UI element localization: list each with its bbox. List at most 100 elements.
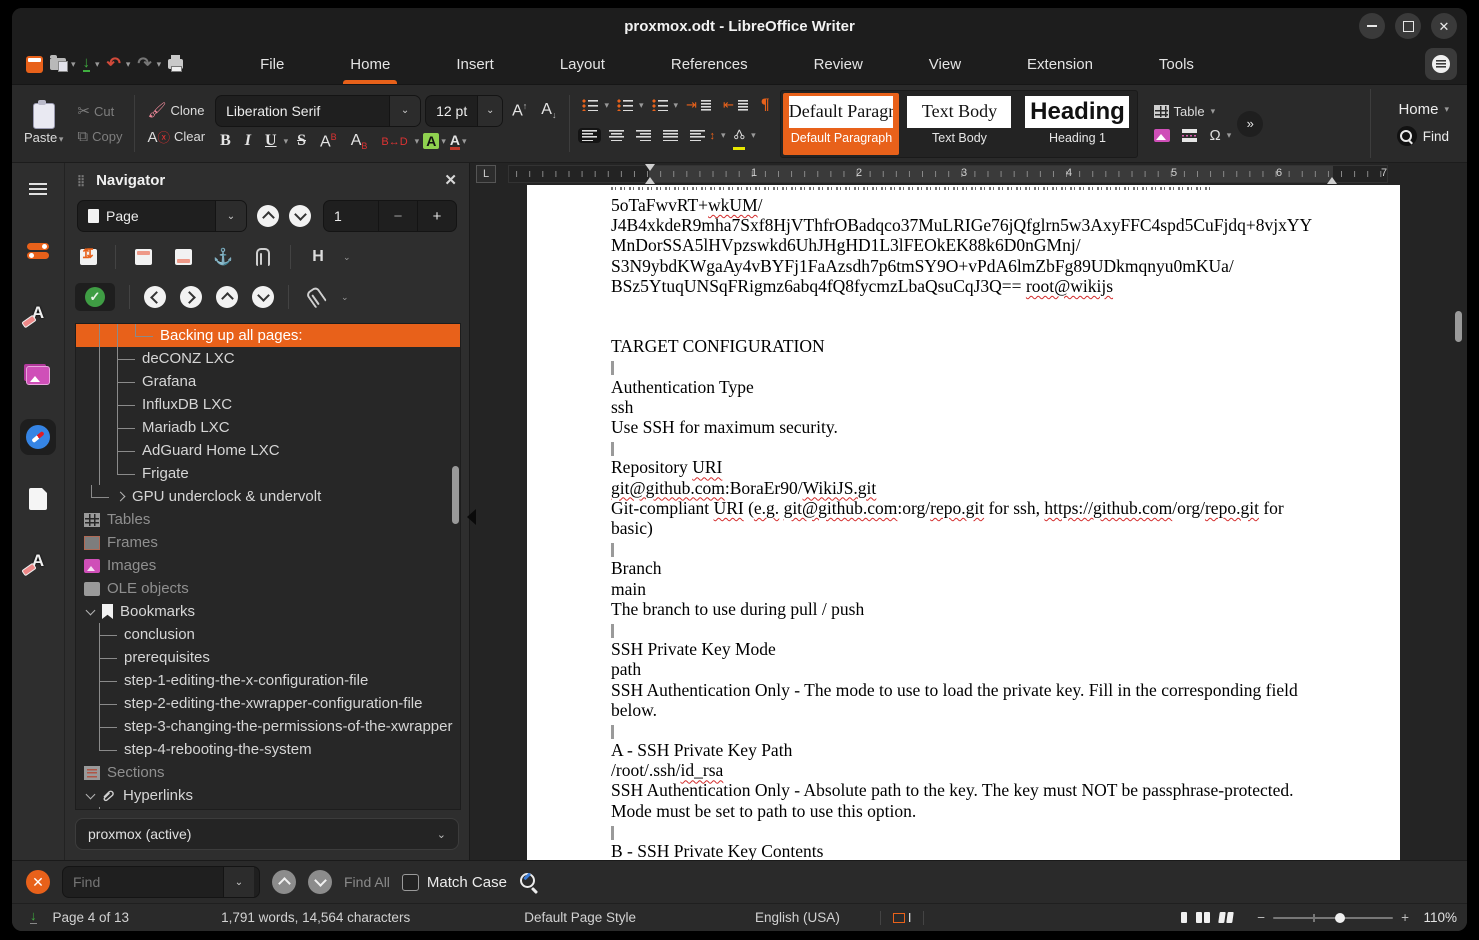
numbered-list-dropdown-icon[interactable]: ▾ <box>639 100 644 111</box>
grow-font-button[interactable]: A↑ <box>507 100 532 121</box>
tree-item-step-4-rebooting-the-system[interactable]: step-4-rebooting-the-system <box>76 738 460 761</box>
document-text[interactable]: 5oTaFwvRT+wkUM/J4B4xkdeR9mha7Sxf8HjVThfr… <box>527 185 1400 860</box>
menubar-toggle-button[interactable] <box>1425 48 1457 80</box>
zoom-percentage[interactable]: 110% <box>1417 910 1457 925</box>
tab-review[interactable]: Review <box>781 44 896 84</box>
bullet-list-dropdown-icon[interactable]: ▾ <box>604 100 609 111</box>
tree-item-backing-up-all-pages[interactable]: Backing up all pages: <box>76 324 460 347</box>
shrink-font-button[interactable]: A↓ <box>536 100 561 121</box>
undo-icon[interactable]: ↶ <box>107 53 121 75</box>
page-number-decrement[interactable]: − <box>378 201 417 231</box>
tree-item-adguard-home-lxc[interactable]: AdGuard Home LXC <box>76 439 460 462</box>
tree-item-tables[interactable]: Tables <box>76 508 460 531</box>
open-dropdown-icon[interactable]: ▾ <box>71 59 76 70</box>
close-button[interactable]: ✕ <box>1431 13 1457 39</box>
toolbar-context-menu[interactable]: Home▾ <box>1398 101 1449 118</box>
font-size-combobox[interactable]: 12 pt ⌄ <box>425 95 503 127</box>
tree-item-conclusion[interactable]: conclusion <box>76 623 460 646</box>
match-case-checkbox[interactable] <box>402 874 419 891</box>
next-page-button[interactable] <box>289 205 311 227</box>
doc-line[interactable] <box>611 720 1315 740</box>
doc-line[interactable]: SSH Authentication Only - The mode to us… <box>611 680 1315 700</box>
doc-line[interactable]: J4B4xkdeR9mha7Sxf8HjVThfrOBadqco37MuLRIG… <box>611 215 1315 235</box>
tab-references[interactable]: References <box>638 44 781 84</box>
decrease-indent-button[interactable]: ⇤ <box>719 95 752 115</box>
doc-line[interactable] <box>611 316 1315 336</box>
navigate-by-dropdown-icon[interactable]: ⌄ <box>215 201 246 231</box>
cut-button[interactable]: ✂Cut <box>73 100 126 122</box>
insert-image-button[interactable] <box>1150 127 1174 144</box>
insert-table-button[interactable]: Table <box>1150 102 1208 121</box>
undo-dropdown-icon[interactable]: ▾ <box>126 59 131 70</box>
clone-formatting-button[interactable]: 🖌Clone <box>143 99 209 121</box>
sidebar-item-gallery[interactable] <box>20 357 56 393</box>
insert-page-break-button[interactable] <box>1178 127 1201 144</box>
special-character-dropdown-icon[interactable]: ▾ <box>1227 130 1232 141</box>
find-history-dropdown-icon[interactable]: ⌄ <box>223 867 254 897</box>
right-indent-marker[interactable] <box>1327 177 1337 184</box>
content-navigation-view-button[interactable] <box>75 243 101 271</box>
multi-page-view-button[interactable] <box>1196 912 1210 923</box>
tree-item-step-3-changing-the-permissions-of-the-x[interactable]: step-3-changing-the-permissions-of-the-x… <box>76 715 460 738</box>
style-default-paragraph[interactable]: Default ParagrDefault Paragraph <box>783 93 899 155</box>
doc-line[interactable]: below. <box>611 700 1315 720</box>
tab-layout[interactable]: Layout <box>527 44 638 84</box>
font-size-dropdown-icon[interactable]: ⌄ <box>477 96 502 126</box>
language-status[interactable]: English (USA) <box>743 910 852 925</box>
tab-stop-selector[interactable]: L <box>476 165 496 183</box>
tab-file[interactable]: File <box>227 44 317 84</box>
font-name-combobox[interactable]: Liberation Serif ⌄ <box>215 95 421 127</box>
doc-line[interactable]: /root/.ssh/id_rsa <box>611 760 1315 780</box>
maximize-button[interactable] <box>1395 13 1421 39</box>
doc-line[interactable]: git@github.com:BoraEr90/WikiJS.git <box>611 478 1315 498</box>
outline-list-dropdown-icon[interactable]: ▾ <box>674 100 679 111</box>
sidebar-item-style-inspector[interactable]: A <box>20 543 56 579</box>
doc-line[interactable]: Git-compliant URI (e.g. git@github.com:o… <box>611 498 1315 518</box>
document-switcher-combobox[interactable]: proxmox (active) ⌄ <box>75 818 459 850</box>
tree-item-gpu-underclock-undervolt[interactable]: GPU underclock & undervolt <box>76 485 460 508</box>
doc-line[interactable]: 5oTaFwvRT+wkUM/ <box>611 195 1315 215</box>
page-number-spinner[interactable]: 1 − + <box>323 200 457 232</box>
doc-line[interactable]: ssh <box>611 397 1315 417</box>
line-spacing-button[interactable]: ↕ <box>686 128 719 144</box>
open-icon[interactable] <box>50 53 66 75</box>
outline-list-button[interactable] <box>648 97 672 113</box>
doc-line[interactable]: The branch to use during pull / push <box>611 599 1315 619</box>
list-box-toggle-button[interactable]: ✓ <box>75 283 115 311</box>
doc-line[interactable]: Repository URI <box>611 457 1315 477</box>
doc-line[interactable]: TARGET CONFIGURATION <box>611 336 1315 356</box>
paragraph-background-dropdown-icon[interactable]: ▾ <box>751 130 756 141</box>
doc-line[interactable]: path <box>611 659 1315 679</box>
first-line-indent-marker[interactable] <box>645 164 655 171</box>
heading-levels-button[interactable]: H <box>305 243 331 271</box>
promote-item-button[interactable] <box>216 286 238 308</box>
copy-button[interactable]: ⧉Copy <box>73 126 126 147</box>
tree-item-mariadb-lxc[interactable]: Mariadb LXC <box>76 416 460 439</box>
doc-line[interactable] <box>611 821 1315 841</box>
font-color-dropdown-icon[interactable]: ▾ <box>462 136 467 147</box>
doc-line[interactable] <box>611 357 1315 377</box>
table-dropdown-icon[interactable]: ▾ <box>1211 106 1216 117</box>
superscript-button[interactable]: AB <box>315 131 342 152</box>
doc-line[interactable]: S3N9ybdKWgaAy4vBYFj1FaAzsdh7p6tmSY9O+vPd… <box>611 256 1315 276</box>
navigate-by-combobox[interactable]: Page ⌄ <box>77 200 247 232</box>
drag-mode-dropdown-icon[interactable]: ⌄ <box>341 292 349 303</box>
font-name-dropdown-icon[interactable]: ⌄ <box>389 96 420 126</box>
bullet-list-button[interactable] <box>578 97 602 113</box>
doc-line[interactable]: Mode must be set to path to use this opt… <box>611 801 1315 821</box>
italic-button[interactable]: I <box>240 131 256 151</box>
tree-item-step-2-editing-the-xwrapper-configuratio[interactable]: step-2-editing-the-xwrapper-configuratio… <box>76 692 460 715</box>
zoom-slider-knob[interactable] <box>1335 913 1345 923</box>
doc-line[interactable]: B - SSH Private Key Contents <box>611 841 1315 860</box>
line-spacing-dropdown-icon[interactable]: ▾ <box>721 130 726 141</box>
sidebar-menu-button[interactable] <box>20 171 56 207</box>
save-status-icon[interactable]: ↓ <box>30 911 37 924</box>
navigator-tree-scrollbar[interactable] <box>452 466 459 524</box>
tree-item-frames[interactable]: Frames <box>76 531 460 554</box>
tab-view[interactable]: View <box>896 44 994 84</box>
align-right-button[interactable] <box>632 128 655 143</box>
doc-line[interactable]: Authentication Type <box>611 377 1315 397</box>
zoom-slider[interactable] <box>1273 917 1393 919</box>
bold-button[interactable]: B <box>215 131 236 151</box>
sidebar-splitter-handle[interactable] <box>467 509 476 525</box>
